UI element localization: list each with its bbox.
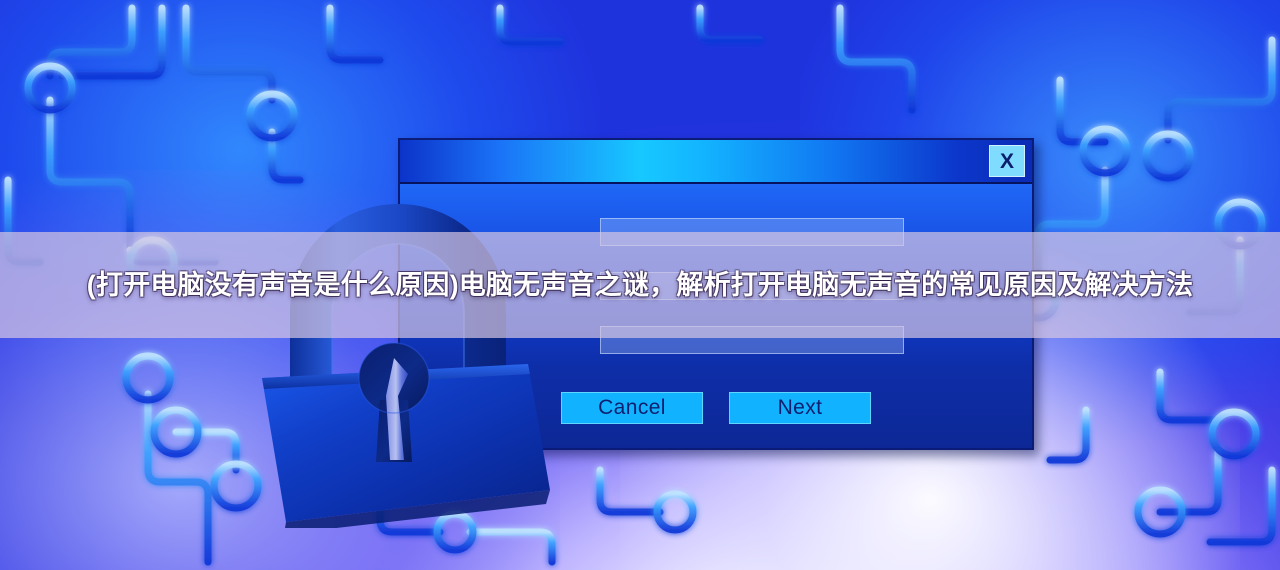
title-overlay-band: (打开电脑没有声音是什么原因)电脑无声音之谜，解析打开电脑无声音的常见原因及解决… xyxy=(0,232,1280,338)
cancel-button[interactable]: Cancel xyxy=(561,392,703,424)
next-button[interactable]: Next xyxy=(729,392,871,424)
page-title: (打开电脑没有声音是什么原因)电脑无声音之谜，解析打开电脑无声音的常见原因及解决… xyxy=(86,270,1194,300)
close-icon[interactable]: X xyxy=(989,145,1025,177)
padlock-icon xyxy=(228,178,568,528)
screenshot-canvas: X Cancel Next (打开电脑没有声音是什么原因)电脑无声音之谜，解析打… xyxy=(0,0,1280,570)
